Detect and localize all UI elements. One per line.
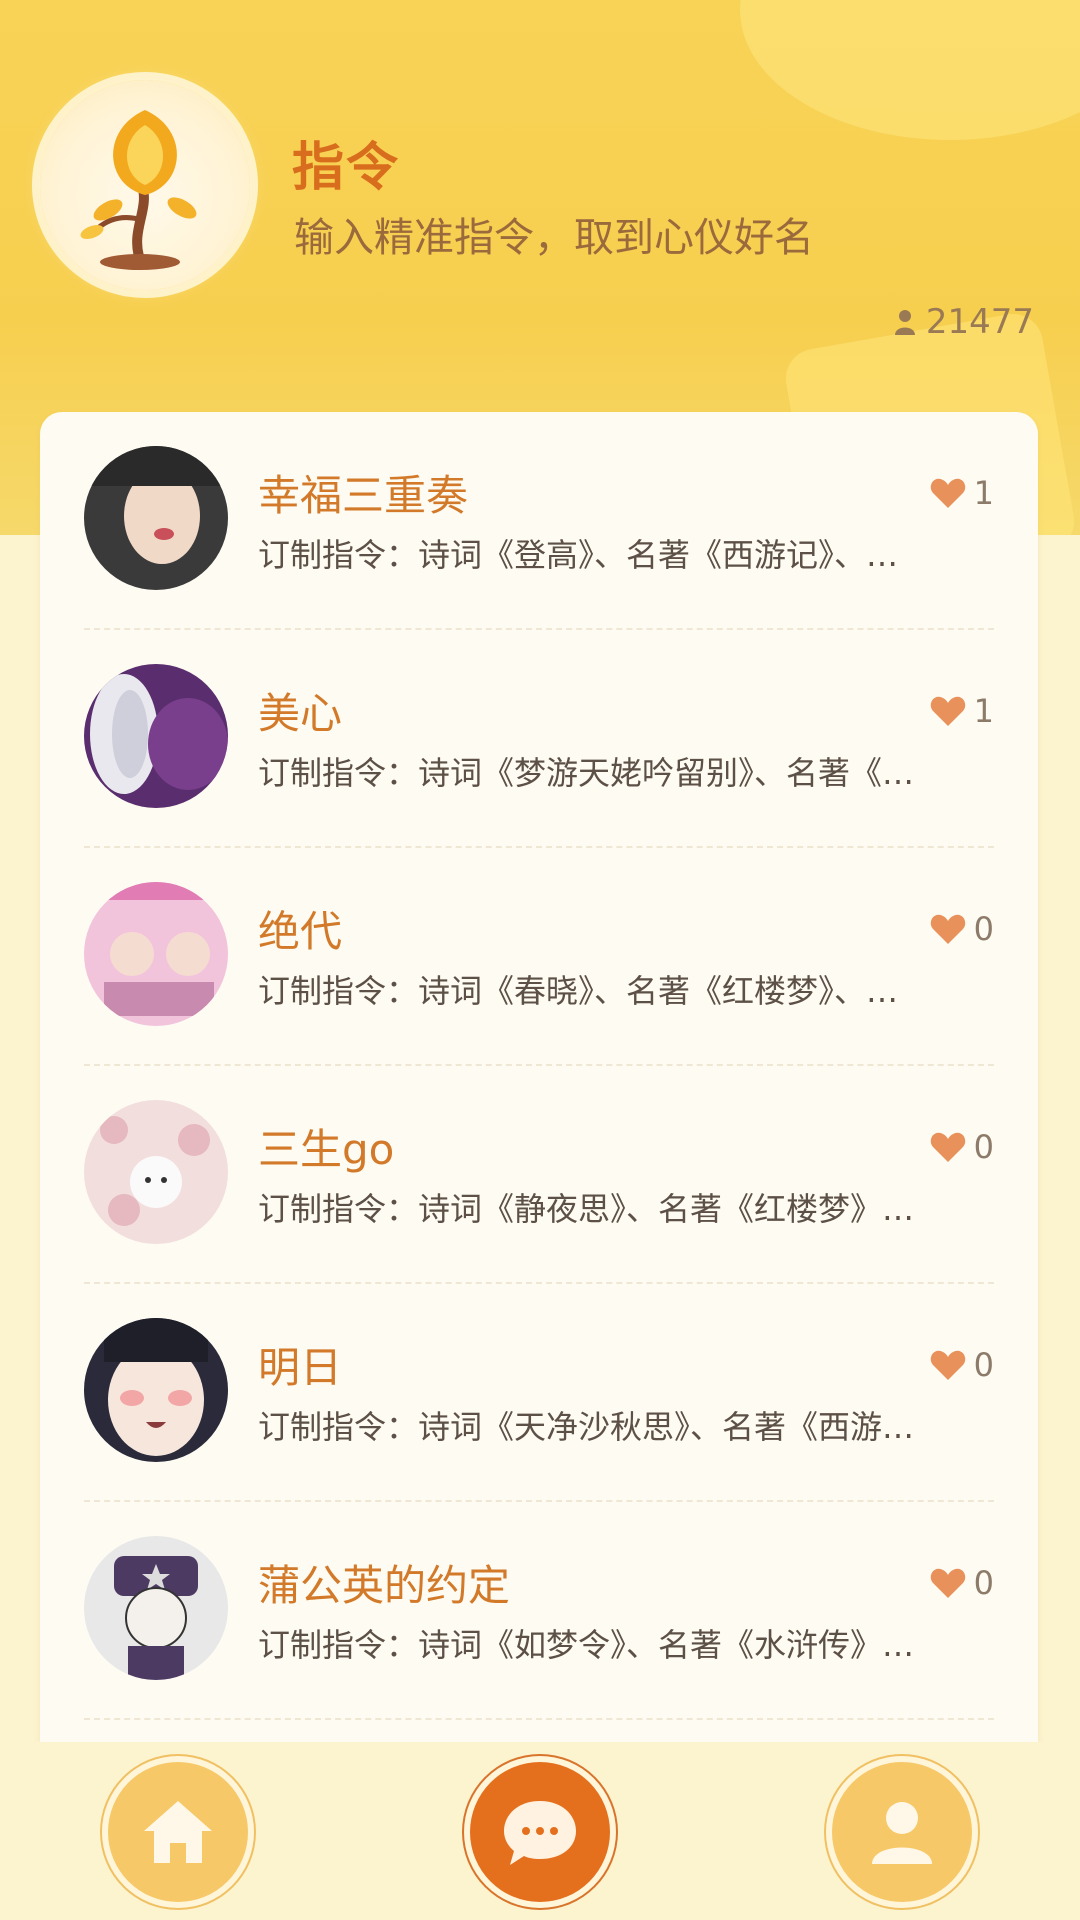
like-button[interactable]: 0 [930, 1564, 994, 1602]
heart-icon [930, 478, 965, 508]
user-count: 21477 [894, 302, 1034, 342]
profile-button[interactable] [832, 1762, 972, 1902]
list-item[interactable]: 明日 订制指令：诗词《天净沙秋思》、名著《西游… 0 [40, 1284, 1038, 1502]
avatar [84, 446, 228, 590]
heart-icon [930, 914, 965, 944]
person-icon [894, 310, 915, 335]
chat-icon [504, 1801, 576, 1865]
divider [84, 1718, 994, 1720]
avatar [84, 1318, 228, 1462]
heart-icon [930, 1568, 965, 1598]
home-button[interactable] [108, 1762, 248, 1902]
item-name: 绝代 [258, 907, 343, 956]
list-item[interactable]: 三生go 订制指令：诗词《静夜思》、名著《红楼梦》… 0 [40, 1066, 1038, 1284]
like-button[interactable]: 0 [930, 910, 994, 948]
like-count: 0 [973, 1128, 994, 1166]
tree-logo [40, 80, 250, 290]
item-description: 订制指令：诗词《天净沙秋思》、名著《西游… [258, 1408, 915, 1446]
item-description: 订制指令：诗词《静夜思》、名著《红楼梦》… [258, 1190, 915, 1228]
page-title: 指令 [292, 138, 401, 198]
like-button[interactable]: 0 [930, 1346, 994, 1384]
item-description: 订制指令：诗词《登高》、名著《西游记》、… [258, 536, 899, 574]
avatar [84, 1536, 228, 1680]
page-subtitle: 输入精准指令，取到心仪好名 [294, 215, 814, 261]
list-item[interactable]: 美心 订制指令：诗词《梦游天姥吟留别》、名著《… 1 [40, 630, 1038, 848]
like-count: 1 [973, 692, 994, 730]
chat-button[interactable] [470, 1762, 610, 1902]
item-name: 美心 [258, 689, 343, 738]
list-item[interactable]: 绝代 订制指令：诗词《春晓》、名著《红楼梦》、… 0 [40, 848, 1038, 1066]
item-description: 订制指令：诗词《春晓》、名著《红楼梦》、… [258, 972, 899, 1010]
like-count: 0 [973, 910, 994, 948]
item-description: 订制指令：诗词《如梦令》、名著《水浒传》… [258, 1626, 915, 1664]
item-name: 明日 [258, 1343, 343, 1392]
like-count: 1 [973, 474, 994, 512]
user-icon [872, 1802, 932, 1864]
avatar [84, 882, 228, 1026]
item-name: 幸福三重奏 [258, 471, 469, 520]
list-item[interactable]: 蒲公英的约定 订制指令：诗词《如梦令》、名著《水浒传》… 0 [40, 1502, 1038, 1720]
home-icon [144, 1801, 212, 1863]
user-count-value: 21477 [925, 302, 1034, 342]
item-name: 蒲公英的约定 [258, 1561, 511, 1610]
like-button[interactable]: 1 [930, 474, 994, 512]
heart-icon [930, 1132, 965, 1162]
like-button[interactable]: 1 [930, 692, 994, 730]
avatar [84, 664, 228, 808]
instruction-list: 幸福三重奏 订制指令：诗词《登高》、名著《西游记》、… 1 美心 订制指令：诗词… [40, 412, 1038, 1742]
heart-icon [930, 696, 965, 726]
like-count: 0 [973, 1564, 994, 1602]
avatar [84, 1100, 228, 1244]
heart-icon [930, 1350, 965, 1380]
item-description: 订制指令：诗词《梦游天姥吟留别》、名著《… [258, 754, 915, 792]
like-count: 0 [973, 1346, 994, 1384]
like-button[interactable]: 0 [930, 1128, 994, 1166]
bottom-nav [0, 1742, 1080, 1920]
golden-tree-icon [80, 110, 197, 270]
list-item[interactable]: 幸福三重奏 订制指令：诗词《登高》、名著《西游记》、… 1 [40, 412, 1038, 630]
item-name: 三生go [258, 1125, 395, 1174]
